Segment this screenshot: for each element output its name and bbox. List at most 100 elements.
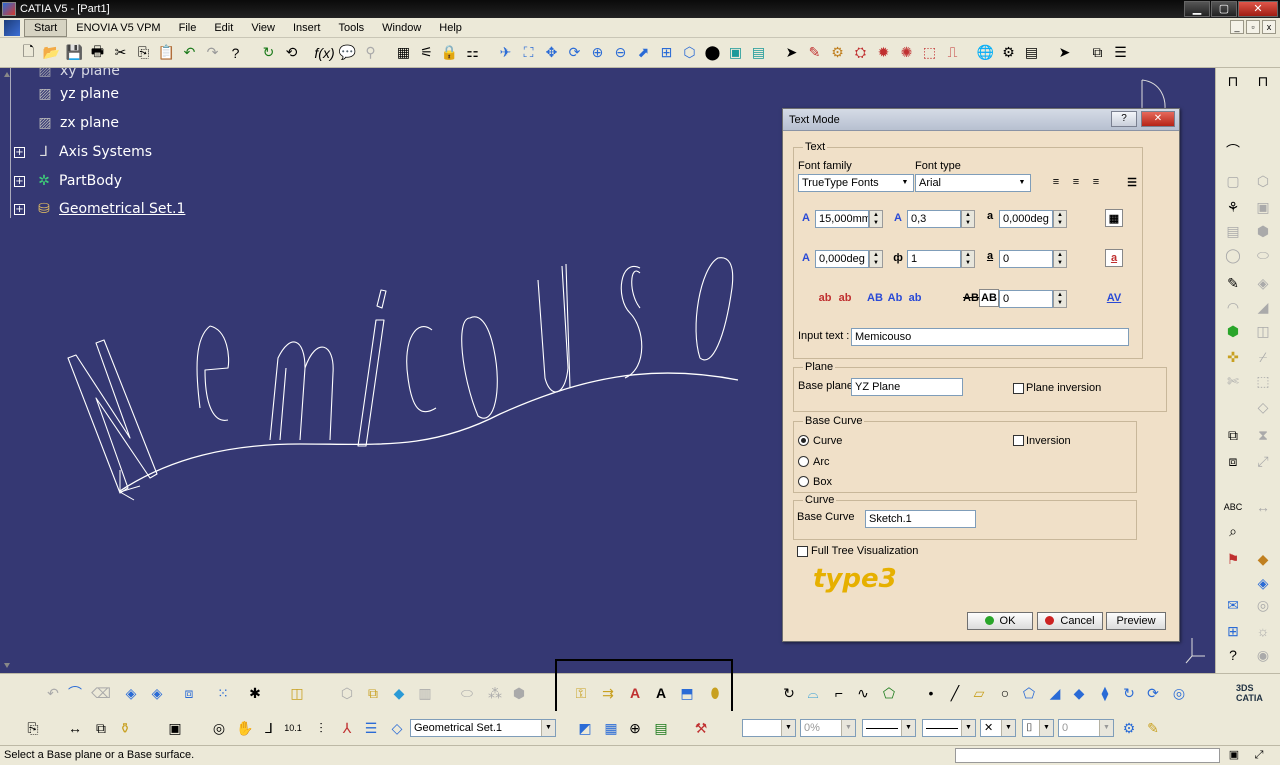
axis-red-icon[interactable]: ⅄ — [336, 717, 358, 739]
shape-icon[interactable]: ◇ — [1252, 396, 1274, 418]
axis-icon[interactable]: ⅃ — [258, 717, 280, 739]
save-icon[interactable]: 💾 — [64, 42, 85, 63]
flip-top-icon[interactable]: ⊓ — [1222, 70, 1244, 92]
light-icon[interactable]: ☼ — [1252, 620, 1274, 642]
catia-menu-icon[interactable] — [4, 19, 20, 36]
group-gray-icon[interactable]: ⁂ — [484, 682, 506, 704]
menu-enovia[interactable]: ENOVIA V5 VPM — [67, 20, 169, 36]
conic-icon[interactable]: ◢ — [1044, 682, 1066, 704]
arc-radio[interactable] — [798, 456, 809, 467]
refresh-icon[interactable]: ⟲ — [281, 42, 302, 63]
connect-icon[interactable]: ⧫ — [1094, 682, 1116, 704]
measure-icon[interactable]: ⎍ — [942, 42, 963, 63]
texture-icon[interactable]: ▦ — [600, 717, 622, 739]
text-color-icon[interactable]: a — [1105, 249, 1123, 267]
measure-bar-icon[interactable]: ⫶ — [310, 717, 332, 739]
copy-icon[interactable]: ⎘ — [133, 42, 154, 63]
pattern-icon[interactable]: ✺ — [896, 42, 917, 63]
render-icon[interactable]: ◎ — [1252, 594, 1274, 616]
grid-icon[interactable]: ⊞ — [1222, 620, 1244, 642]
points-grid-icon[interactable]: ⁙ — [212, 682, 234, 704]
arc-curve-icon[interactable]: ⌓ — [802, 682, 824, 704]
flow-icon[interactable]: ⚟ — [416, 42, 437, 63]
spiral2-icon[interactable]: ◎ — [1168, 682, 1190, 704]
menu-start[interactable]: Start — [24, 18, 68, 37]
paste-icon[interactable]: 📋 — [156, 42, 177, 63]
properties-icon[interactable]: ⚙ — [1118, 717, 1140, 739]
menu-window[interactable]: Window — [373, 20, 430, 36]
green-cube-icon[interactable]: ⬢ — [1222, 320, 1244, 342]
stack-icon[interactable]: ⧈ — [1222, 450, 1244, 472]
output-icon[interactable]: ▢ — [1222, 170, 1244, 192]
preview-button[interactable]: Preview — [1106, 612, 1166, 630]
cancel-button[interactable]: Cancel — [1037, 612, 1103, 630]
command-input[interactable] — [955, 748, 1220, 763]
sketch-icon[interactable]: ⌒ — [1222, 140, 1244, 162]
material-icon[interactable]: ◆ — [1252, 548, 1274, 570]
line-thickness-select[interactable]: ▼ — [862, 719, 916, 737]
plate-icon[interactable]: ▥ — [414, 682, 436, 704]
circle-icon[interactable]: ◯ — [1222, 244, 1244, 266]
window-tile-icon[interactable]: ⧉ — [1087, 42, 1108, 63]
pen-icon[interactable]: ✎ — [1222, 272, 1244, 294]
slant-spinner[interactable]: ▲ ▼ — [869, 250, 883, 268]
menu-file[interactable]: File — [170, 20, 206, 36]
menu-help[interactable]: Help — [430, 20, 471, 36]
geometrical-set-select[interactable]: Geometrical Set.1 ▼ — [410, 719, 556, 737]
catalog-icon[interactable]: ⚏ — [462, 42, 483, 63]
blend-icon[interactable]: ◆ — [1068, 682, 1090, 704]
circle-outline-icon[interactable]: ○ — [994, 682, 1016, 704]
binoculars-icon[interactable]: ⚘ — [1222, 196, 1244, 218]
stack-yellow-icon[interactable]: ⧉ — [362, 682, 384, 704]
spiral-view-icon[interactable]: ◎ — [208, 717, 230, 739]
curve-radio[interactable] — [798, 435, 809, 446]
base-plane-field[interactable]: YZ Plane — [851, 378, 963, 396]
char-angle-field[interactable]: 0,000deg — [999, 210, 1053, 228]
restore-button[interactable]: ▢ — [1211, 1, 1237, 17]
line-icon[interactable]: ╱ — [944, 682, 966, 704]
surface2-icon[interactable]: ◈ — [146, 682, 168, 704]
pointer-icon[interactable]: ➤ — [1054, 42, 1075, 63]
fit-all-icon[interactable]: ⛶ — [518, 42, 539, 63]
corner-icon[interactable]: ⌐ — [828, 682, 850, 704]
print-icon[interactable]: 🖶 — [87, 42, 108, 63]
plane-yellow-icon[interactable]: ▱ — [968, 682, 990, 704]
mdi-minimize-button[interactable]: _ — [1230, 20, 1244, 34]
open-folder-icon[interactable]: 📂 — [41, 42, 62, 63]
globe-icon[interactable]: 🌐 — [975, 42, 996, 63]
rib-icon[interactable]: ✹ — [873, 42, 894, 63]
status-expand-icon[interactable]: ⤢ — [1250, 746, 1268, 764]
surface-icon[interactable]: ◈ — [120, 682, 142, 704]
slant-field[interactable]: 0,000deg — [815, 250, 869, 268]
line-type-select[interactable]: ▼ — [922, 719, 976, 737]
menu-view[interactable]: View — [242, 20, 284, 36]
mirror-icon[interactable]: ⧗ — [1252, 424, 1274, 446]
painter-icon[interactable]: ✎ — [1142, 717, 1164, 739]
lowercase-icon[interactable]: ab — [905, 289, 925, 307]
line-spacing-spinner[interactable]: ▲ ▼ — [961, 250, 975, 268]
query-icon[interactable]: ? — [1222, 644, 1244, 666]
mail-icon[interactable]: ✉ — [1222, 594, 1244, 616]
base-curve-field[interactable]: Sketch.1 — [865, 510, 976, 528]
arc-icon[interactable]: ⌒ — [64, 682, 86, 704]
color-select[interactable]: ▼ — [742, 719, 796, 737]
superscript-icon[interactable]: ab — [815, 289, 835, 307]
text-ratio-spinner[interactable]: ▲ ▼ — [961, 210, 975, 228]
kerning-icon[interactable]: AV — [1105, 289, 1123, 307]
offset-spinner[interactable]: ▲ ▼ — [1053, 290, 1067, 308]
menu-edit[interactable]: Edit — [205, 20, 242, 36]
annotation-icon[interactable]: ⚑ — [1222, 548, 1244, 570]
full-tree-checkbox[interactable] — [797, 546, 808, 557]
layer-select[interactable]: ⌷ ▼ — [1022, 719, 1054, 737]
count-spinner[interactable]: ▲ ▼ — [1053, 250, 1067, 268]
transparency-select[interactable]: 0% ▼ — [800, 719, 856, 737]
formula-icon[interactable]: f(x) — [314, 42, 335, 63]
fly-icon[interactable]: ✈ — [495, 42, 516, 63]
sheet-icon[interactable]: ▤ — [1021, 42, 1042, 63]
strikethrough-icon[interactable]: AB — [961, 289, 981, 307]
camera-icon[interactable]: ◉ — [1252, 644, 1274, 666]
dim-icon[interactable]: ↔ — [1252, 496, 1274, 518]
window-list-icon[interactable]: ☰ — [1110, 42, 1131, 63]
zoom-out-icon[interactable]: ⊖ — [610, 42, 631, 63]
frame-icon[interactable]: AB — [979, 289, 999, 307]
